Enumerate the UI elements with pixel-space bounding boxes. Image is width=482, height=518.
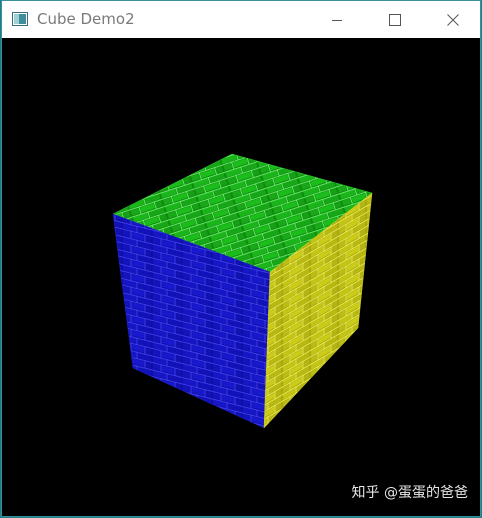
close-button[interactable] (430, 1, 476, 38)
title-bar[interactable]: Cube Demo2 (2, 1, 480, 38)
close-icon (447, 13, 459, 26)
maximize-icon (389, 13, 401, 26)
app-window: Cube Demo2 知乎 @蛋蛋的爸爸 (1, 0, 481, 517)
render-viewport[interactable]: 知乎 @蛋蛋的爸爸 (2, 38, 480, 516)
app-window-icon (12, 12, 28, 26)
minimize-button[interactable] (314, 1, 360, 38)
watermark-text: 知乎 @蛋蛋的爸爸 (351, 485, 468, 501)
window-title: Cube Demo2 (37, 10, 135, 28)
minimize-icon (332, 19, 342, 21)
textured-cube (112, 153, 373, 429)
maximize-button[interactable] (372, 1, 418, 38)
